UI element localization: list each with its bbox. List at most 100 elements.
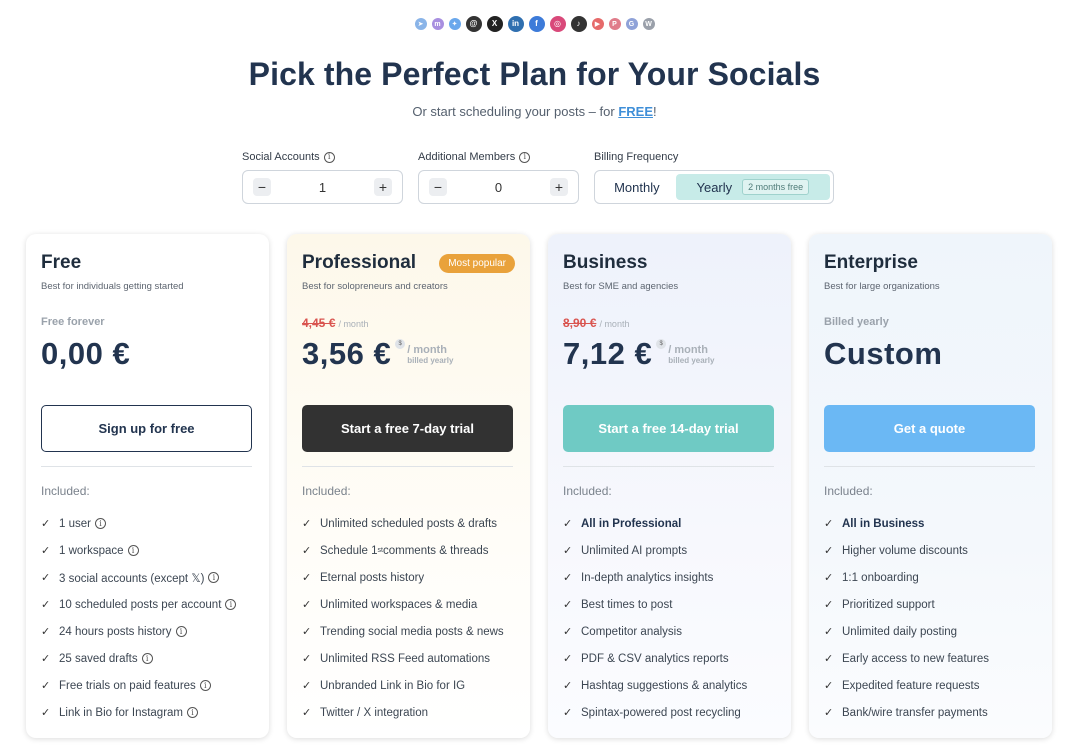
- sign-up-free-button[interactable]: Sign up for free: [41, 405, 252, 452]
- plan-name: Enterprise: [824, 252, 918, 273]
- additional-members-increment-button[interactable]: +: [549, 178, 568, 196]
- check-icon: ✓: [302, 707, 312, 719]
- divider: [41, 466, 252, 467]
- info-icon[interactable]: i: [175, 626, 187, 637]
- social-accounts-value[interactable]: 1: [319, 180, 326, 195]
- feature-item: ✓ Spintax-powered post recycling: [563, 699, 778, 726]
- price: Custom: [824, 336, 942, 372]
- check-icon: ✓: [824, 518, 834, 530]
- instagram-icon[interactable]: ◎: [549, 16, 566, 32]
- currency-icon[interactable]: $: [656, 339, 667, 349]
- two-months-free-badge: 2 months free: [742, 179, 810, 195]
- start-14-day-trial-button[interactable]: Start a free 14-day trial: [563, 405, 774, 452]
- feature-item: ✓ 3 social accounts (except 𝕏) i: [41, 564, 256, 591]
- feature-text: Link in Bio for Instagram: [59, 706, 184, 719]
- info-icon[interactable]: i: [225, 599, 237, 610]
- social-accounts-label: Social Accounts i: [242, 151, 335, 163]
- price: 0,00 €: [41, 336, 130, 372]
- feature-item: ✓ Unlimited scheduled posts & drafts: [302, 510, 517, 537]
- feature-item: ✓ 1 workspace i: [41, 537, 256, 564]
- x-icon[interactable]: X: [486, 16, 503, 32]
- linkedin-icon[interactable]: in: [507, 16, 524, 32]
- additional-members-decrement-button[interactable]: −: [429, 178, 447, 196]
- info-icon[interactable]: i: [127, 545, 139, 556]
- feature-text: PDF & CSV analytics reports: [581, 652, 729, 665]
- feature-text: Unlimited RSS Feed automations: [320, 652, 491, 665]
- check-icon: ✓: [824, 653, 834, 665]
- info-icon[interactable]: i: [141, 653, 153, 664]
- check-icon: ✓: [41, 680, 51, 692]
- check-icon: ✓: [302, 599, 312, 611]
- check-icon: ✓: [563, 545, 573, 557]
- social-network-icons: ➤ m ✦ @ Xin f ◎ ♪ ▶ P G W: [0, 16, 1069, 32]
- start-7-day-trial-button[interactable]: Start a free 7-day trial: [302, 405, 513, 452]
- check-icon: ✓: [302, 680, 312, 692]
- divider: [563, 466, 774, 467]
- feature-text: Prioritized support: [842, 598, 935, 611]
- check-icon: ✓: [563, 680, 573, 692]
- feature-text: Best times to post: [581, 598, 673, 611]
- telegram-icon[interactable]: ➤: [414, 18, 427, 30]
- youtube-icon[interactable]: ▶: [591, 18, 604, 30]
- plan-name: Professional: [302, 252, 417, 273]
- feature-item: ✓ Trending social media posts & news: [302, 618, 517, 645]
- feature-item: ✓ Higher volume discounts: [824, 537, 1039, 564]
- threads-icon[interactable]: @: [465, 16, 482, 32]
- additional-members-stepper: − 0 +: [418, 170, 579, 204]
- feature-item: ✓ Unlimited RSS Feed automations: [302, 645, 517, 672]
- feature-text: Higher volume discounts: [842, 544, 968, 557]
- currency-icon[interactable]: $: [395, 339, 406, 349]
- plan-card-business: Business Best for SME and agencies 8,90 …: [548, 234, 791, 738]
- feature-item: ✓ Best times to post: [563, 591, 778, 618]
- plan-description: Best for solopreneurs and creators: [302, 281, 448, 292]
- tiktok-icon[interactable]: ♪: [570, 16, 587, 32]
- check-icon: ✓: [41, 653, 51, 665]
- check-icon: ✓: [824, 707, 834, 719]
- info-icon[interactable]: i: [94, 518, 106, 529]
- check-icon: ✓: [563, 626, 573, 638]
- mastodon-icon[interactable]: m: [431, 18, 444, 30]
- info-icon[interactable]: i: [187, 707, 199, 718]
- pinterest-icon[interactable]: P: [608, 18, 621, 30]
- check-icon: ✓: [302, 518, 312, 530]
- billing-frequency-label: Billing Frequency: [594, 151, 679, 163]
- check-icon: ✓: [563, 599, 573, 611]
- info-icon[interactable]: i: [199, 680, 211, 691]
- billing-monthly-option[interactable]: Monthly: [598, 174, 676, 200]
- additional-members-value[interactable]: 0: [495, 180, 502, 195]
- price-note: Billed yearly: [824, 316, 889, 328]
- info-icon[interactable]: i: [323, 151, 335, 163]
- social-accounts-decrement-button[interactable]: −: [253, 178, 271, 196]
- get-a-quote-button[interactable]: Get a quote: [824, 405, 1035, 452]
- bluesky-icon[interactable]: ✦: [448, 18, 461, 30]
- old-price: 8,90 € / month: [563, 316, 630, 330]
- price-value: 7,12 €: [563, 336, 653, 371]
- feature-item: ✓ Schedule 1st comments & threads: [302, 544, 489, 558]
- info-icon[interactable]: i: [208, 572, 220, 583]
- feature-item: ✓ PDF & CSV analytics reports: [563, 645, 778, 672]
- google-business-icon[interactable]: G: [625, 18, 638, 30]
- price: 3,56 € $ / month billed yearly: [302, 336, 454, 371]
- feature-text: Twitter / X integration: [320, 706, 429, 719]
- check-icon: ✓: [824, 680, 834, 692]
- free-link[interactable]: FREE: [618, 104, 653, 119]
- feature-item: ✓ 25 saved drafts i: [41, 645, 256, 672]
- included-heading: Included:: [41, 484, 90, 498]
- feature-text: 3 social accounts (except 𝕏): [59, 572, 205, 585]
- facebook-icon[interactable]: f: [528, 16, 545, 32]
- page-subtitle: Or start scheduling your posts – for FRE…: [412, 104, 657, 119]
- social-accounts-stepper: − 1 +: [242, 170, 403, 204]
- feature-text: All in Business: [842, 517, 925, 530]
- billing-yearly-option[interactable]: Yearly 2 months free: [675, 174, 830, 200]
- page-title: Pick the Perfect Plan for Your Socials: [248, 56, 821, 92]
- included-heading: Included:: [302, 484, 351, 498]
- plan-card-enterprise: Enterprise Best for large organizations …: [809, 234, 1052, 738]
- wordpress-icon[interactable]: W: [642, 18, 655, 30]
- price-value: 0,00 €: [41, 336, 131, 371]
- info-icon[interactable]: i: [519, 151, 531, 163]
- feature-text: Spintax-powered post recycling: [581, 706, 741, 719]
- feature-text: Eternal posts history: [320, 571, 425, 584]
- feature-text: In-depth analytics insights: [581, 571, 714, 584]
- feature-list: ✓ All in Professional ✓ Unlimited AI prompt…: [563, 510, 778, 726]
- social-accounts-increment-button[interactable]: +: [373, 178, 392, 196]
